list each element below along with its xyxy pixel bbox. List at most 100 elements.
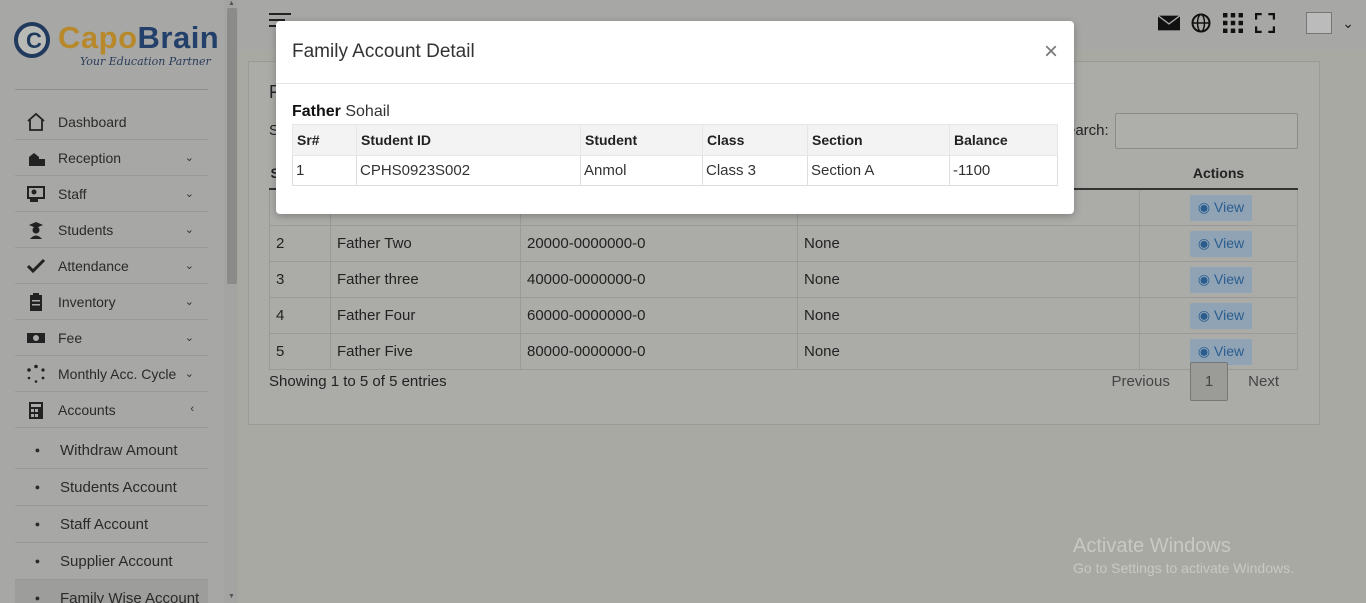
chevron-down-icon[interactable]: ⌄ — [1342, 15, 1354, 32]
table-row: 2 Father Two 20000-0000000-0 None ◉ View — [269, 225, 1298, 262]
cell-extra: None — [797, 225, 1140, 262]
avatar[interactable] — [1306, 12, 1333, 34]
close-icon[interactable]: × — [1044, 38, 1058, 66]
sidebar-item-label: Fee — [58, 329, 83, 346]
chevron-down-icon: ⌄ — [184, 224, 194, 236]
chevron-down-icon: ⌄ — [184, 296, 194, 308]
chevron-left-icon: ‹ — [190, 403, 194, 415]
sidebar-item-monthly-acc-cycle[interactable]: Monthly Acc. Cycle ⌄ — [15, 356, 208, 392]
bullet-icon: ● — [34, 556, 41, 566]
pagination-page-button[interactable]: 1 — [1189, 362, 1229, 401]
cell-student: Anmol — [580, 155, 703, 186]
student-icon — [13, 220, 58, 240]
money-icon — [13, 328, 58, 348]
sidebar-subitem-label: Withdraw Amount — [60, 441, 178, 459]
check-icon — [13, 256, 58, 276]
sidebar-item-label: Inventory — [58, 293, 116, 310]
table-row: 4 Father Four 60000-0000000-0 None ◉ Vie… — [269, 297, 1298, 334]
fullscreen-icon[interactable] — [1254, 13, 1276, 33]
view-button[interactable]: ◉ View — [1189, 266, 1253, 293]
eye-icon: ◉ — [1197, 306, 1211, 323]
sidebar-subitem-label: Staff Account — [60, 515, 149, 533]
sidebar-item-label: Staff — [58, 185, 87, 202]
sidebar-item-dashboard[interactable]: Dashboard — [15, 104, 208, 140]
eye-icon: ◉ — [1197, 270, 1211, 287]
envelope-icon[interactable] — [1158, 13, 1181, 33]
view-button[interactable]: ◉ View — [1189, 230, 1253, 257]
sidebar-item-label: Reception — [58, 149, 122, 166]
cell-class: Class 3 — [702, 155, 808, 186]
family-account-detail-modal: Family Account Detail × Father Sohail Sr… — [276, 21, 1074, 214]
sidebar-item-fee[interactable]: Fee ⌄ — [15, 320, 208, 356]
calculator-icon — [13, 400, 58, 420]
cell-father: Father three — [330, 261, 521, 298]
home-icon — [13, 112, 58, 132]
sidebar-subitem-staff-account[interactable]: ● Staff Account — [15, 506, 208, 543]
search-input[interactable] — [1115, 113, 1298, 149]
father-label: Father — [292, 103, 341, 120]
eye-icon: ◉ — [1197, 342, 1211, 359]
modal-title: Family Account Detail — [292, 41, 475, 62]
chevron-down-icon: ⌄ — [184, 152, 194, 164]
modal-header: Family Account Detail × — [276, 21, 1074, 84]
staff-icon — [13, 184, 58, 204]
sidebar-item-label: Attendance — [58, 257, 129, 274]
cell-father: Father Four — [330, 297, 521, 334]
clipboard-icon — [13, 292, 58, 312]
sidebar-item-reception[interactable]: Reception ⌄ — [15, 140, 208, 176]
view-button[interactable]: ◉ View — [1189, 302, 1253, 329]
sidebar-subitem-family-wise-account[interactable]: ● Family Wise Account — [15, 580, 208, 603]
column-header-sr: Sr# — [292, 124, 357, 156]
column-header-actions[interactable]: Actions — [1139, 158, 1298, 190]
sidebar-item-accounts[interactable]: Accounts ‹ — [15, 392, 208, 428]
activate-windows-subtitle: Go to Settings to activate Windows. — [1073, 560, 1294, 576]
globe-icon[interactable] — [1190, 13, 1212, 33]
sidebar-item-inventory[interactable]: Inventory ⌄ — [15, 284, 208, 320]
sidebar-subitem-label: Students Account — [60, 478, 177, 496]
grid-icon[interactable] — [1222, 13, 1244, 33]
cell-extra: None — [797, 333, 1140, 370]
view-button[interactable]: ◉ View — [1189, 338, 1253, 365]
sidebar-subitem-students-account[interactable]: ● Students Account — [15, 469, 208, 506]
table-info: Showing 1 to 5 of 5 entries — [269, 373, 447, 390]
chevron-down-icon: ⌄ — [184, 368, 194, 380]
cell-student-id: CPHS0923S002 — [356, 155, 581, 186]
cell-sr: 1 — [292, 155, 357, 186]
sidebar-subitem-supplier-account[interactable]: ● Supplier Account — [15, 543, 208, 580]
spinner-icon — [13, 364, 58, 384]
scroll-down-icon[interactable]: ▼ — [228, 593, 235, 600]
brand-logo[interactable]: C CapoBrain Your Education Partner — [14, 20, 219, 80]
family-students-table: Sr# Student ID Student Class Section Bal… — [292, 124, 1058, 186]
sidebar-item-label: Monthly Acc. Cycle — [58, 365, 177, 382]
bullet-icon: ● — [34, 482, 41, 492]
cell-cnic: 40000-0000000-0 — [520, 261, 798, 298]
column-header-student: Student — [580, 124, 703, 156]
logo-mark-icon: C — [14, 22, 50, 58]
bullet-icon: ● — [34, 519, 41, 529]
activate-windows-title: Activate Windows — [1073, 535, 1231, 557]
brand-tagline: Your Education Partner — [80, 55, 211, 68]
sidebar-item-attendance[interactable]: Attendance ⌄ — [15, 248, 208, 284]
sidebar-scrollbar-thumb[interactable] — [227, 8, 237, 284]
chevron-down-icon: ⌄ — [184, 260, 194, 272]
chevron-down-icon: ⌄ — [184, 188, 194, 200]
divider — [15, 89, 208, 90]
pagination-next-button[interactable]: Next — [1228, 364, 1299, 399]
scroll-up-icon[interactable]: ▲ — [228, 0, 235, 7]
cell-father: Father Two — [330, 225, 521, 262]
cell-sr: 5 — [269, 333, 331, 370]
column-header-balance: Balance — [949, 124, 1058, 156]
pagination: Previous 1 Next — [1091, 362, 1299, 401]
sidebar-subitem-withdraw-amount[interactable]: ● Withdraw Amount — [15, 432, 208, 469]
table-header-row: Sr# Student ID Student Class Section Bal… — [292, 124, 1058, 156]
view-button[interactable]: ◉ View — [1189, 194, 1253, 221]
bullet-icon: ● — [34, 593, 41, 603]
column-header-student-id: Student ID — [356, 124, 581, 156]
cell-sr: 2 — [269, 225, 331, 262]
sidebar-item-students[interactable]: Students ⌄ — [15, 212, 208, 248]
pagination-previous-button[interactable]: Previous — [1091, 364, 1189, 399]
sidebar-item-staff[interactable]: Staff ⌄ — [15, 176, 208, 212]
brand-name-part1: Capo — [58, 20, 138, 55]
cell-sr: 3 — [269, 261, 331, 298]
cell-extra: None — [797, 297, 1140, 334]
